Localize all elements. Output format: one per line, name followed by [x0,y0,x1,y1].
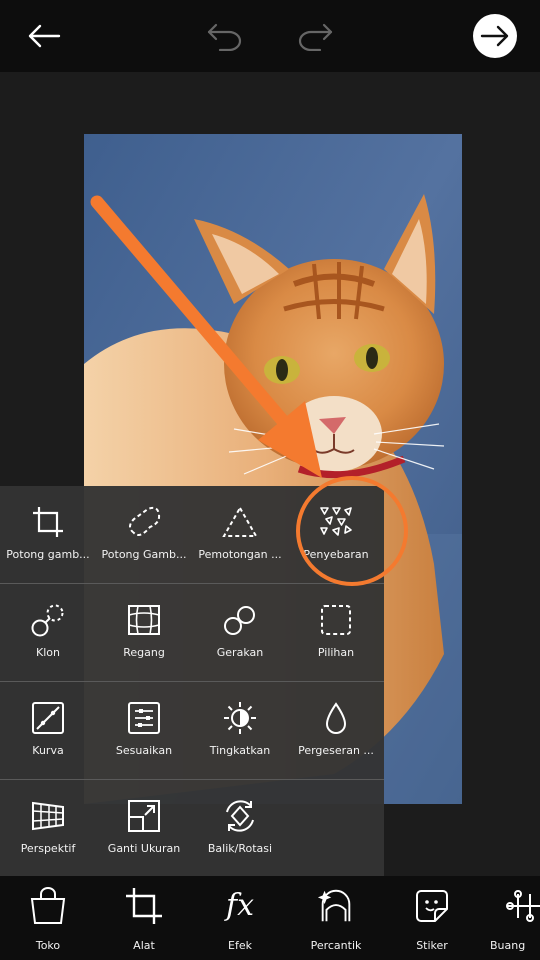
tools-row-4: Perspektif Ganti Ukuran Balik/Rotasi [0,780,384,877]
tool-label: Balik/Rotasi [207,842,273,855]
shape-crop-icon [220,502,260,542]
tools-row-2: Klon Regang Gerakan Pilihan [0,584,384,681]
tool-label: Kurva [32,744,64,757]
arrow-right-icon [480,25,509,47]
tool-label: Pergeseran ... [298,744,374,757]
remove-icon [504,886,540,926]
crop-tool-icon [124,886,164,926]
tab-remove[interactable]: Buang [480,876,540,960]
tab-label: Alat [133,939,155,952]
tab-label: Stiker [416,939,448,952]
dispersion-icon [316,502,356,542]
motion-icon [220,600,260,640]
tool-crop[interactable]: Potong gamb... [0,486,96,583]
tool-label: Sesuaikan [115,744,173,757]
tool-label: Ganti Ukuran [107,842,181,855]
tab-shop[interactable]: Toko [0,876,96,960]
clone-icon [28,600,68,640]
tool-stretch[interactable]: Regang [96,584,192,681]
shop-bag-icon [28,886,68,926]
perspective-icon [28,796,68,836]
beautify-face-icon [316,886,356,926]
tools-panel: Potong gamb... Potong Gamb... Pemotongan… [0,486,384,876]
tab-label: Percantik [310,939,362,952]
undo-button[interactable] [203,14,247,58]
redo-button[interactable] [293,14,337,58]
crop-icon [28,502,68,542]
tool-enhance[interactable]: Tingkatkan [192,682,288,779]
tilt-shift-icon [316,698,356,738]
next-button[interactable] [473,14,517,58]
adjust-icon [124,698,164,738]
tool-label: Perspektif [20,842,76,855]
freecrop-icon [124,502,164,542]
tool-curves[interactable]: Kurva [0,682,96,779]
tool-label: Gerakan [216,646,264,659]
tool-label: Pemotongan ... [198,548,282,561]
tool-shape-crop[interactable]: Pemotongan ... [192,486,288,583]
tool-motion[interactable]: Gerakan [192,584,288,681]
top-bar [0,0,540,72]
tool-selection[interactable]: Pilihan [288,584,384,681]
selection-icon [316,600,356,640]
back-button[interactable] [22,14,66,58]
tools-row-1: Potong gamb... Potong Gamb... Pemotongan… [0,486,384,583]
tool-label: Regang [123,646,165,659]
tool-dispersion[interactable]: Penyebaran [288,486,384,583]
tool-adjust[interactable]: Sesuaikan [96,682,192,779]
tool-label: Tingkatkan [209,744,271,757]
fx-icon: fx [225,888,255,923]
redo-icon [298,23,333,51]
tool-label: Potong Gamb... [101,548,187,561]
tab-label: Toko [35,939,61,952]
resize-icon [124,796,164,836]
tab-label: Buang [490,939,526,952]
tool-perspective[interactable]: Perspektif [0,780,96,877]
tab-tools[interactable]: Alat [96,876,192,960]
curves-icon [28,698,68,738]
tab-effects[interactable]: fx Efek [192,876,288,960]
stretch-icon [124,600,164,640]
tab-sticker[interactable]: Stiker [384,876,480,960]
undo-icon [207,23,242,51]
tool-clone[interactable]: Klon [0,584,96,681]
tab-label: Efek [228,939,252,952]
arrow-left-icon [28,24,61,48]
flip-rotate-icon [220,796,260,836]
tool-label: Potong gamb... [6,548,90,561]
tool-resize[interactable]: Ganti Ukuran [96,780,192,877]
tools-row-3: Kurva Sesuaikan Tingkatkan Pergeseran ..… [0,682,384,779]
tool-label: Klon [36,646,60,659]
tool-free-crop[interactable]: Potong Gamb... [96,486,192,583]
bottom-toolbar: Toko Alat fx Efek Percantik Stiker Buang [0,876,540,960]
tab-beautify[interactable]: Percantik [288,876,384,960]
tool-label: Penyebaran [303,548,369,561]
enhance-icon [220,698,260,738]
tool-flip-rotate[interactable]: Balik/Rotasi [192,780,288,877]
tool-tilt-shift[interactable]: Pergeseran ... [288,682,384,779]
tool-label: Pilihan [317,646,355,659]
sticker-icon [412,886,452,926]
